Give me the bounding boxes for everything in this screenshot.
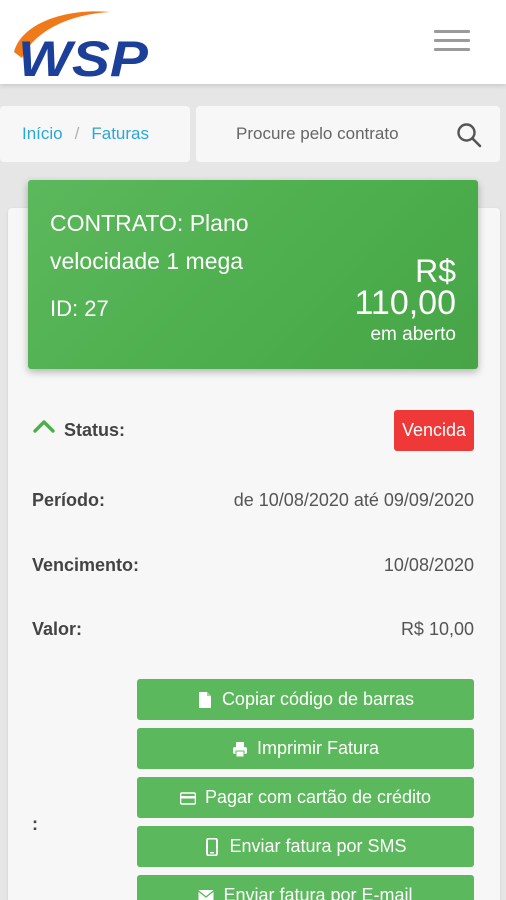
pay-credit-card-button[interactable]: Pagar com cartão de crédito: [137, 777, 474, 818]
due-date-row: Vencimento: 10/08/2020: [32, 551, 474, 579]
credit-card-icon: [179, 791, 196, 805]
wsp-logo[interactable]: WSP: [8, 6, 154, 82]
pay-credit-card-label: Pagar com cartão de crédito: [204, 787, 432, 807]
logo-text: WSP: [18, 31, 149, 82]
print-invoice-label: Imprimir Fatura: [256, 738, 379, 758]
mobile-phone-icon: [206, 837, 219, 856]
send-sms-label: Enviar fatura por SMS: [229, 836, 407, 856]
send-email-label: Enviar fatura por E-mail: [223, 885, 413, 900]
actions-label: :: [32, 814, 38, 834]
breadcrumb-separator: /: [74, 124, 80, 143]
due-date-label: Vencimento:: [32, 554, 140, 575]
status-label: Status:: [64, 419, 126, 440]
printer-icon: [232, 741, 247, 757]
value-amount: R$ 10,00: [400, 618, 474, 639]
file-icon: [198, 691, 211, 708]
value-label: Valor:: [32, 618, 83, 639]
breadcrumb-home-link[interactable]: Início: [22, 124, 63, 144]
top-navbar: WSP: [0, 0, 506, 84]
amount-currency: R$: [415, 253, 456, 289]
envelope-icon: [198, 889, 215, 900]
contract-search-bar: [196, 106, 500, 162]
due-date-value: 10/08/2020: [383, 554, 474, 575]
contract-search-input[interactable]: [236, 124, 476, 144]
breadcrumb: Início / Faturas: [0, 106, 190, 162]
search-icon[interactable]: [456, 122, 482, 148]
amount-value: 110,00: [354, 284, 456, 322]
status-toggle[interactable]: Status:: [32, 420, 125, 441]
period-value: de 10/08/2020 até 09/09/2020: [233, 489, 474, 510]
contract-id: ID: 27: [50, 296, 109, 321]
copy-barcode-button[interactable]: Copiar código de barras: [137, 679, 474, 720]
send-email-button[interactable]: Enviar fatura por E-mail: [137, 875, 474, 900]
hamburger-menu-icon[interactable]: [434, 30, 470, 56]
period-row: Período: de 10/08/2020 até 09/09/2020: [32, 486, 474, 514]
amount-status: em aberto: [370, 324, 456, 345]
value-row: Valor: R$ 10,00: [32, 615, 474, 643]
chevron-up-icon[interactable]: [32, 418, 56, 434]
period-label: Período:: [32, 489, 106, 510]
open-amount: R$ 110,00 em aberto: [354, 253, 456, 348]
contract-title: CONTRATO: Plano velocidade 1 mega: [50, 210, 249, 274]
status-row: Status: Vencida: [32, 408, 474, 452]
status-badge: Vencida: [393, 409, 474, 451]
breadcrumb-current[interactable]: Faturas: [91, 124, 149, 144]
send-sms-button[interactable]: Enviar fatura por SMS: [137, 826, 474, 867]
contract-header-card: CONTRATO: Plano velocidade 1 mega ID: 27…: [28, 180, 478, 369]
copy-barcode-label: Copiar código de barras: [221, 689, 415, 709]
print-invoice-button[interactable]: Imprimir Fatura: [137, 728, 474, 769]
